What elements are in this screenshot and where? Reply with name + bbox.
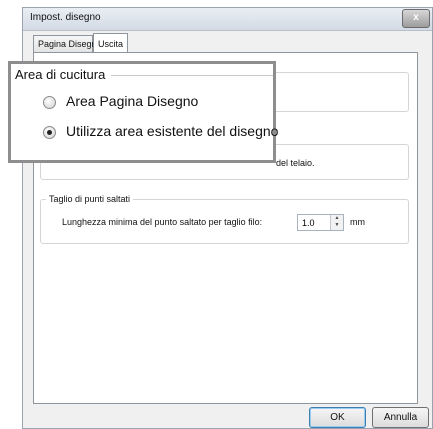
min-jump-length-value[interactable]: 1.0 [302, 218, 315, 228]
title-bar: Impost. disegno x [23, 8, 432, 31]
zoom-callout: Area di cucitura Area Pagina Disegno Uti… [8, 61, 278, 163]
radio-design-page-area[interactable] [43, 96, 56, 109]
min-jump-length-unit: mm [350, 217, 365, 227]
jump-cut-group: Taglio di punti saltati Lunghezza minima… [40, 194, 409, 244]
zoom-group-border [111, 75, 273, 76]
stepper-down-icon[interactable]: ▼ [331, 222, 343, 229]
min-jump-length-stepper[interactable]: 1.0 ▲ ▼ [297, 214, 344, 231]
sewing-area-title: Area di cucitura [15, 67, 106, 82]
radio-design-page-area-label[interactable]: Area Pagina Disegno [66, 93, 198, 109]
ok-button[interactable]: OK [309, 407, 366, 428]
close-button[interactable]: x [402, 9, 430, 28]
tab-pagina-disegno[interactable]: Pagina Disegno [33, 35, 102, 52]
close-icon: x [413, 12, 419, 23]
frame-note: del telaio. [276, 158, 315, 168]
jump-cut-group-title: Taglio di punti saltati [46, 194, 134, 204]
radio-existing-design-area-label[interactable]: Utilizza area esistente del disegno [66, 123, 278, 139]
radio-existing-design-area[interactable] [43, 126, 56, 139]
cancel-button[interactable]: Annulla [372, 407, 429, 428]
min-jump-length-label: Lunghezza minima del punto saltato per t… [62, 217, 263, 227]
window-title: Impost. disegno [30, 12, 101, 23]
stepper-up-icon[interactable]: ▲ [331, 215, 343, 222]
tab-uscita[interactable]: Uscita [93, 33, 128, 52]
stepper-arrows[interactable]: ▲ ▼ [330, 215, 343, 230]
